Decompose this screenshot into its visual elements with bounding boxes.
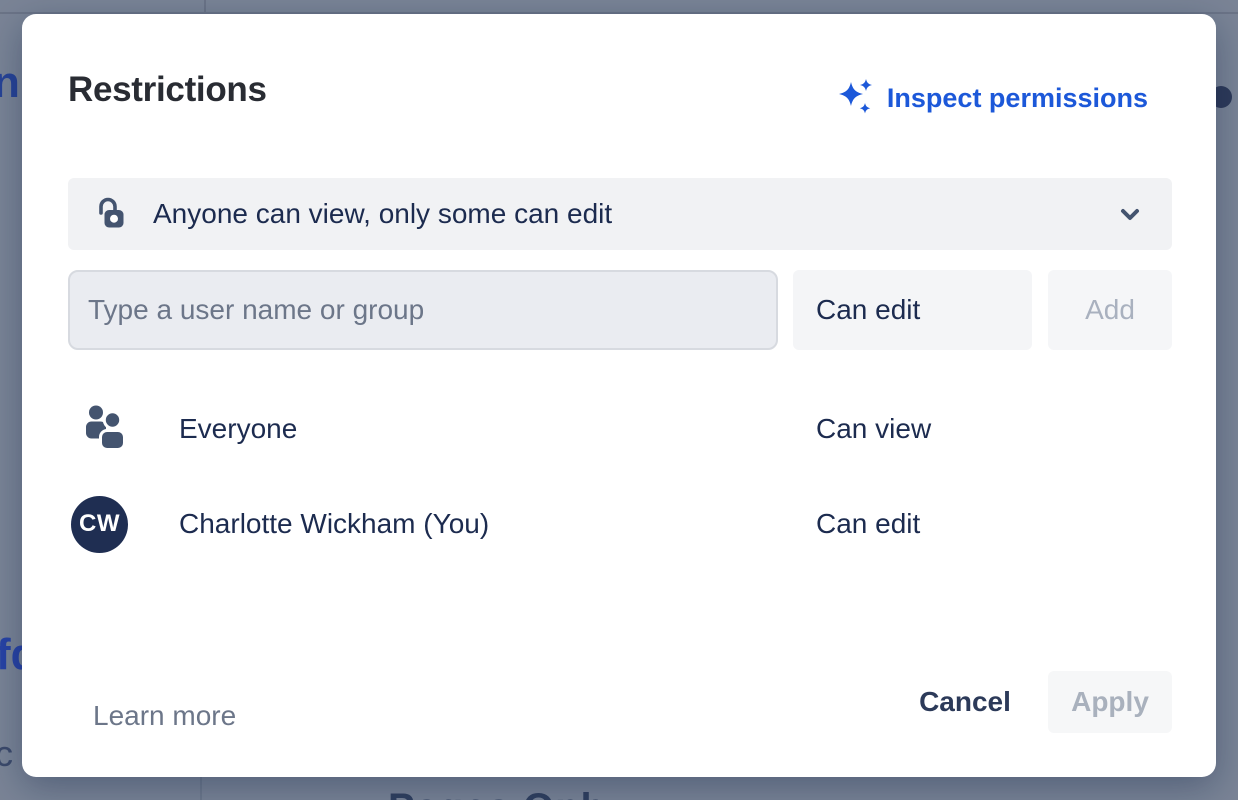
background-clipped-text: n bbox=[0, 58, 20, 108]
access-level-select[interactable]: Anyone can view, only some can edit bbox=[68, 178, 1172, 250]
background-sidebar-divider-bottom bbox=[200, 777, 202, 800]
background-sidebar-divider-top bbox=[204, 0, 206, 12]
chevron-down-icon bbox=[1116, 200, 1144, 228]
restrictions-dialog: Restrictions Inspect permissions Anyone … bbox=[22, 14, 1216, 777]
access-level-label: Anyone can view, only some can edit bbox=[153, 198, 612, 230]
permission-select[interactable]: Can edit bbox=[793, 270, 1032, 350]
entry-permission: Can edit bbox=[816, 508, 920, 540]
background-page-title-clipped: Pages Onb bbox=[388, 786, 606, 800]
entry-name: Charlotte Wickham (You) bbox=[179, 508, 489, 540]
learn-more-link[interactable]: Learn more bbox=[93, 700, 236, 732]
avatar: CW bbox=[71, 496, 128, 553]
dialog-title: Restrictions bbox=[68, 70, 267, 110]
people-icon bbox=[80, 402, 130, 457]
sparkles-icon bbox=[834, 76, 878, 120]
apply-button[interactable]: Apply bbox=[1048, 671, 1172, 733]
user-search-input[interactable] bbox=[68, 270, 778, 350]
entry-permission: Can view bbox=[816, 413, 931, 445]
cancel-button[interactable]: Cancel bbox=[902, 671, 1028, 733]
restriction-entry-current-user: CW Charlotte Wickham (You) Can edit bbox=[68, 495, 1172, 553]
add-button[interactable]: Add bbox=[1048, 270, 1172, 350]
restriction-entry-everyone: Everyone Can view bbox=[68, 400, 1172, 458]
inspect-permissions-link[interactable]: Inspect permissions bbox=[834, 76, 1148, 120]
unlock-icon bbox=[92, 196, 128, 232]
inspect-permissions-label: Inspect permissions bbox=[887, 83, 1148, 114]
entry-name: Everyone bbox=[179, 413, 297, 445]
background-clipped-text: c bbox=[0, 733, 13, 775]
